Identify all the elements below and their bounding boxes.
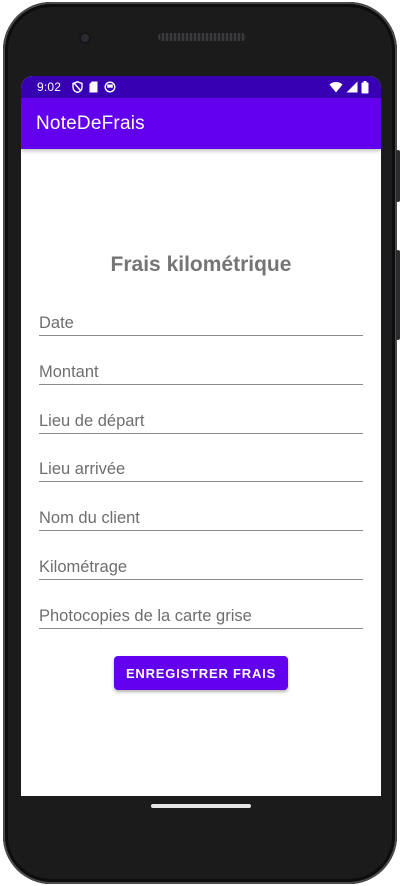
status-icons-left — [72, 80, 116, 94]
app-screen: 9:02 NoteDeFrais Frais kilométrique Date… — [21, 76, 381, 796]
departure-placeholder: Lieu de départ — [39, 412, 145, 430]
date-placeholder: Date — [39, 314, 74, 332]
client-name-placeholder: Nom du client — [39, 509, 140, 527]
home-gesture-handle[interactable] — [151, 804, 251, 808]
front-camera — [79, 32, 91, 44]
power-button[interactable] — [396, 250, 400, 340]
registration-copy-field[interactable]: Photocopies de la carte grise — [39, 598, 363, 629]
departure-field[interactable]: Lieu de départ — [39, 403, 363, 434]
shield-icon — [72, 81, 83, 93]
form-title: Frais kilométrique — [110, 253, 292, 276]
earpiece-speaker — [158, 33, 246, 41]
app-title: NoteDeFrais — [36, 113, 145, 134]
amount-placeholder: Montant — [39, 363, 99, 381]
client-name-field[interactable]: Nom du client — [39, 500, 363, 531]
signal-icon — [346, 81, 358, 93]
wifi-icon — [329, 82, 343, 93]
registration-copy-placeholder: Photocopies de la carte grise — [39, 607, 252, 625]
notification-icon — [104, 81, 116, 93]
arrival-field[interactable]: Lieu arrivée — [39, 451, 363, 482]
app-bar: NoteDeFrais — [21, 98, 381, 149]
arrival-placeholder: Lieu arrivée — [39, 460, 126, 478]
amount-field[interactable]: Montant — [39, 354, 363, 385]
status-time: 9:02 — [37, 80, 62, 94]
status-icons-right — [329, 80, 369, 94]
mileage-field[interactable]: Kilométrage — [39, 549, 363, 580]
mileage-placeholder: Kilométrage — [39, 558, 128, 576]
device-frame: 9:02 NoteDeFrais Frais kilométrique Date… — [0, 0, 400, 886]
gesture-nav-bar — [21, 796, 381, 826]
sd-card-icon — [89, 81, 98, 93]
volume-button[interactable] — [396, 150, 400, 202]
battery-icon — [361, 80, 369, 93]
save-expense-button[interactable]: ENREGISTRER FRAIS — [114, 656, 288, 690]
status-bar: 9:02 — [21, 76, 381, 98]
date-field[interactable]: Date — [39, 305, 363, 336]
